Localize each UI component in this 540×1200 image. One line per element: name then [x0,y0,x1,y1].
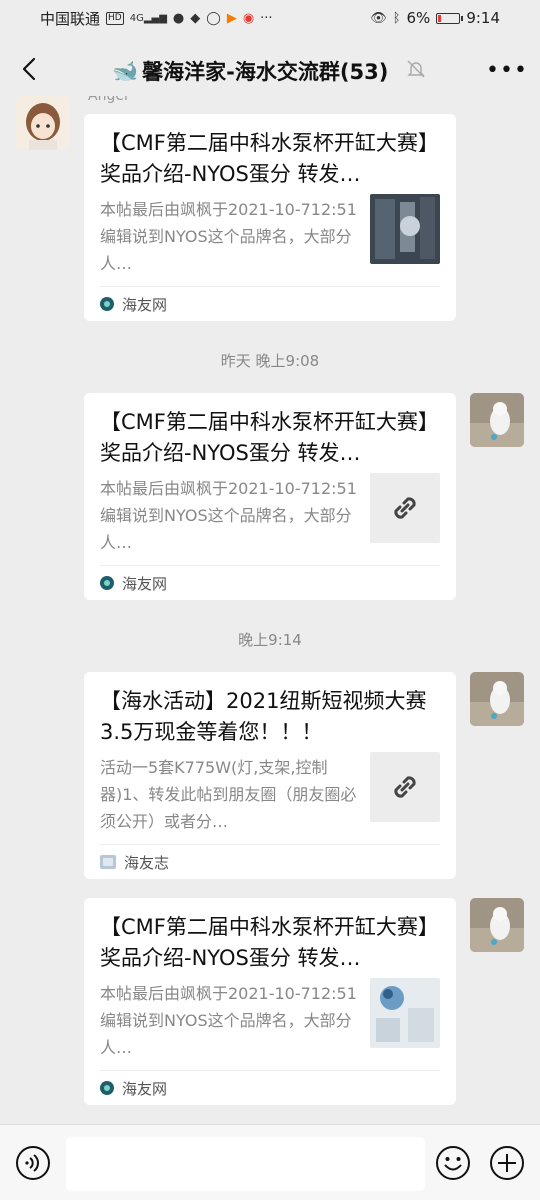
card-description: 本帖最后由飒枫于2021-10-712:51编辑说到NYOS这个品牌名，大部分人… [100,984,357,1057]
source-logo-icon [100,1081,114,1095]
mute-bell-icon [407,60,425,78]
signal-icon: 4G▂▄▆ [129,12,167,24]
more-notifications-icon: ··· [260,10,273,26]
card-thumbnail [370,978,440,1048]
status-bar: 中国联通 HD 4G▂▄▆ ● ◆ ◯ ▶ ◉ ··· 👁 ᛒ 6% 9:14 [0,0,540,36]
card-source: 海友志 [100,844,440,879]
clock: 9:14 [466,9,500,27]
battery-percent: 6% [406,9,431,27]
source-logo-icon [100,576,114,590]
source-logo-icon [100,297,114,311]
source-name: 海友网 [122,574,168,593]
timestamp: 昨天 晚上9:08 [220,352,320,370]
source-logo-icon [100,855,116,869]
bluetooth-icon: ᛒ [392,10,401,26]
group-name: 馨海洋家-海水交流群(53) [142,60,389,84]
link-card[interactable]: 【CMF第二届中科水泵杯开缸大赛】奖品介绍-NYOS蛋分 转发… 本帖最后由飒枫… [84,393,456,600]
input-bar [0,1124,540,1200]
hd-badge: HD [106,11,124,25]
more-options-icon[interactable]: ••• [486,58,528,83]
chat-area[interactable]: Angel 【CMF第二届中科水泵杯开缸大赛】奖品介绍-NYOS蛋分 转发… 本… [0,96,540,1120]
card-title: 【CMF第二届中科水泵杯开缸大赛】奖品介绍-NYOS蛋分 转发… [100,410,439,465]
whale-emoji-icon: 🐋 [112,58,139,83]
link-thumbnail [370,752,440,822]
link-card[interactable]: 【CMF第二届中科水泵杯开缸大赛】奖品介绍-NYOS蛋分 转发… 本帖最后由飒枫… [84,898,456,1105]
card-source: 海友网 [100,286,440,321]
avatar-self[interactable] [470,393,524,447]
card-description: 活动一5套K775W(灯,支架,控制器)1、转发此帖到朋友圈（朋友圈必须公开）或… [100,758,357,831]
emoji-icon[interactable] [435,1145,471,1181]
timestamp: 晚上9:14 [238,631,302,649]
card-description: 本帖最后由飒枫于2021-10-712:51编辑说到NYOS这个品牌名，大部分人… [100,200,357,273]
link-thumbnail [370,473,440,543]
circle-app-icon: ◯ [206,10,221,26]
card-title: 【CMF第二届中科水泵杯开缸大赛】奖品介绍-NYOS蛋分 转发… [100,915,439,970]
source-name: 海友网 [122,1079,168,1098]
add-icon[interactable] [489,1145,525,1181]
link-icon [394,497,416,519]
link-card[interactable]: 【CMF第二届中科水泵杯开缸大赛】奖品介绍-NYOS蛋分 转发… 本帖最后由飒枫… [84,114,456,321]
sender-name: Angel [88,96,128,104]
card-title: 【CMF第二届中科水泵杯开缸大赛】奖品介绍-NYOS蛋分 转发… [100,131,439,186]
battery-icon [436,12,464,24]
status-left: 中国联通 HD 4G▂▄▆ ● ◆ ◯ ▶ ◉ ··· [40,8,273,29]
link-card[interactable]: 【海水活动】2021纽斯短视频大赛 3.5万现金等着您！！！ 活动一5套K775… [84,672,456,879]
video-app-icon: ▶ [226,10,237,26]
avatar-angel[interactable] [16,96,70,150]
chat-header: 🐋 馨海洋家-海水交流群(53) ••• [0,36,540,104]
eye-icon: 👁 [370,10,387,26]
card-thumbnail [370,194,440,264]
link-icon [394,776,416,798]
status-right: 👁 ᛒ 6% 9:14 [370,9,500,27]
weibo-icon: ◉ [242,10,255,26]
message-input[interactable] [66,1137,425,1191]
carrier-name: 中国联通 [40,9,101,28]
avatar-self[interactable] [470,898,524,952]
navigation-app-icon: ◆ [190,10,201,26]
avatar-self[interactable] [470,672,524,726]
music-app-icon: ● [172,10,185,26]
chat-title[interactable]: 🐋 馨海洋家-海水交流群(53) [112,56,388,86]
card-source: 海友网 [100,1070,440,1105]
back-icon[interactable] [16,54,46,84]
voice-input-icon[interactable] [15,1145,51,1181]
card-source: 海友网 [100,565,440,600]
source-name: 海友网 [122,295,168,314]
card-title: 【海水活动】2021纽斯短视频大赛 3.5万现金等着您！！！ [100,689,427,744]
card-description: 本帖最后由飒枫于2021-10-712:51编辑说到NYOS这个品牌名，大部分人… [100,479,357,552]
source-name: 海友志 [124,853,170,872]
